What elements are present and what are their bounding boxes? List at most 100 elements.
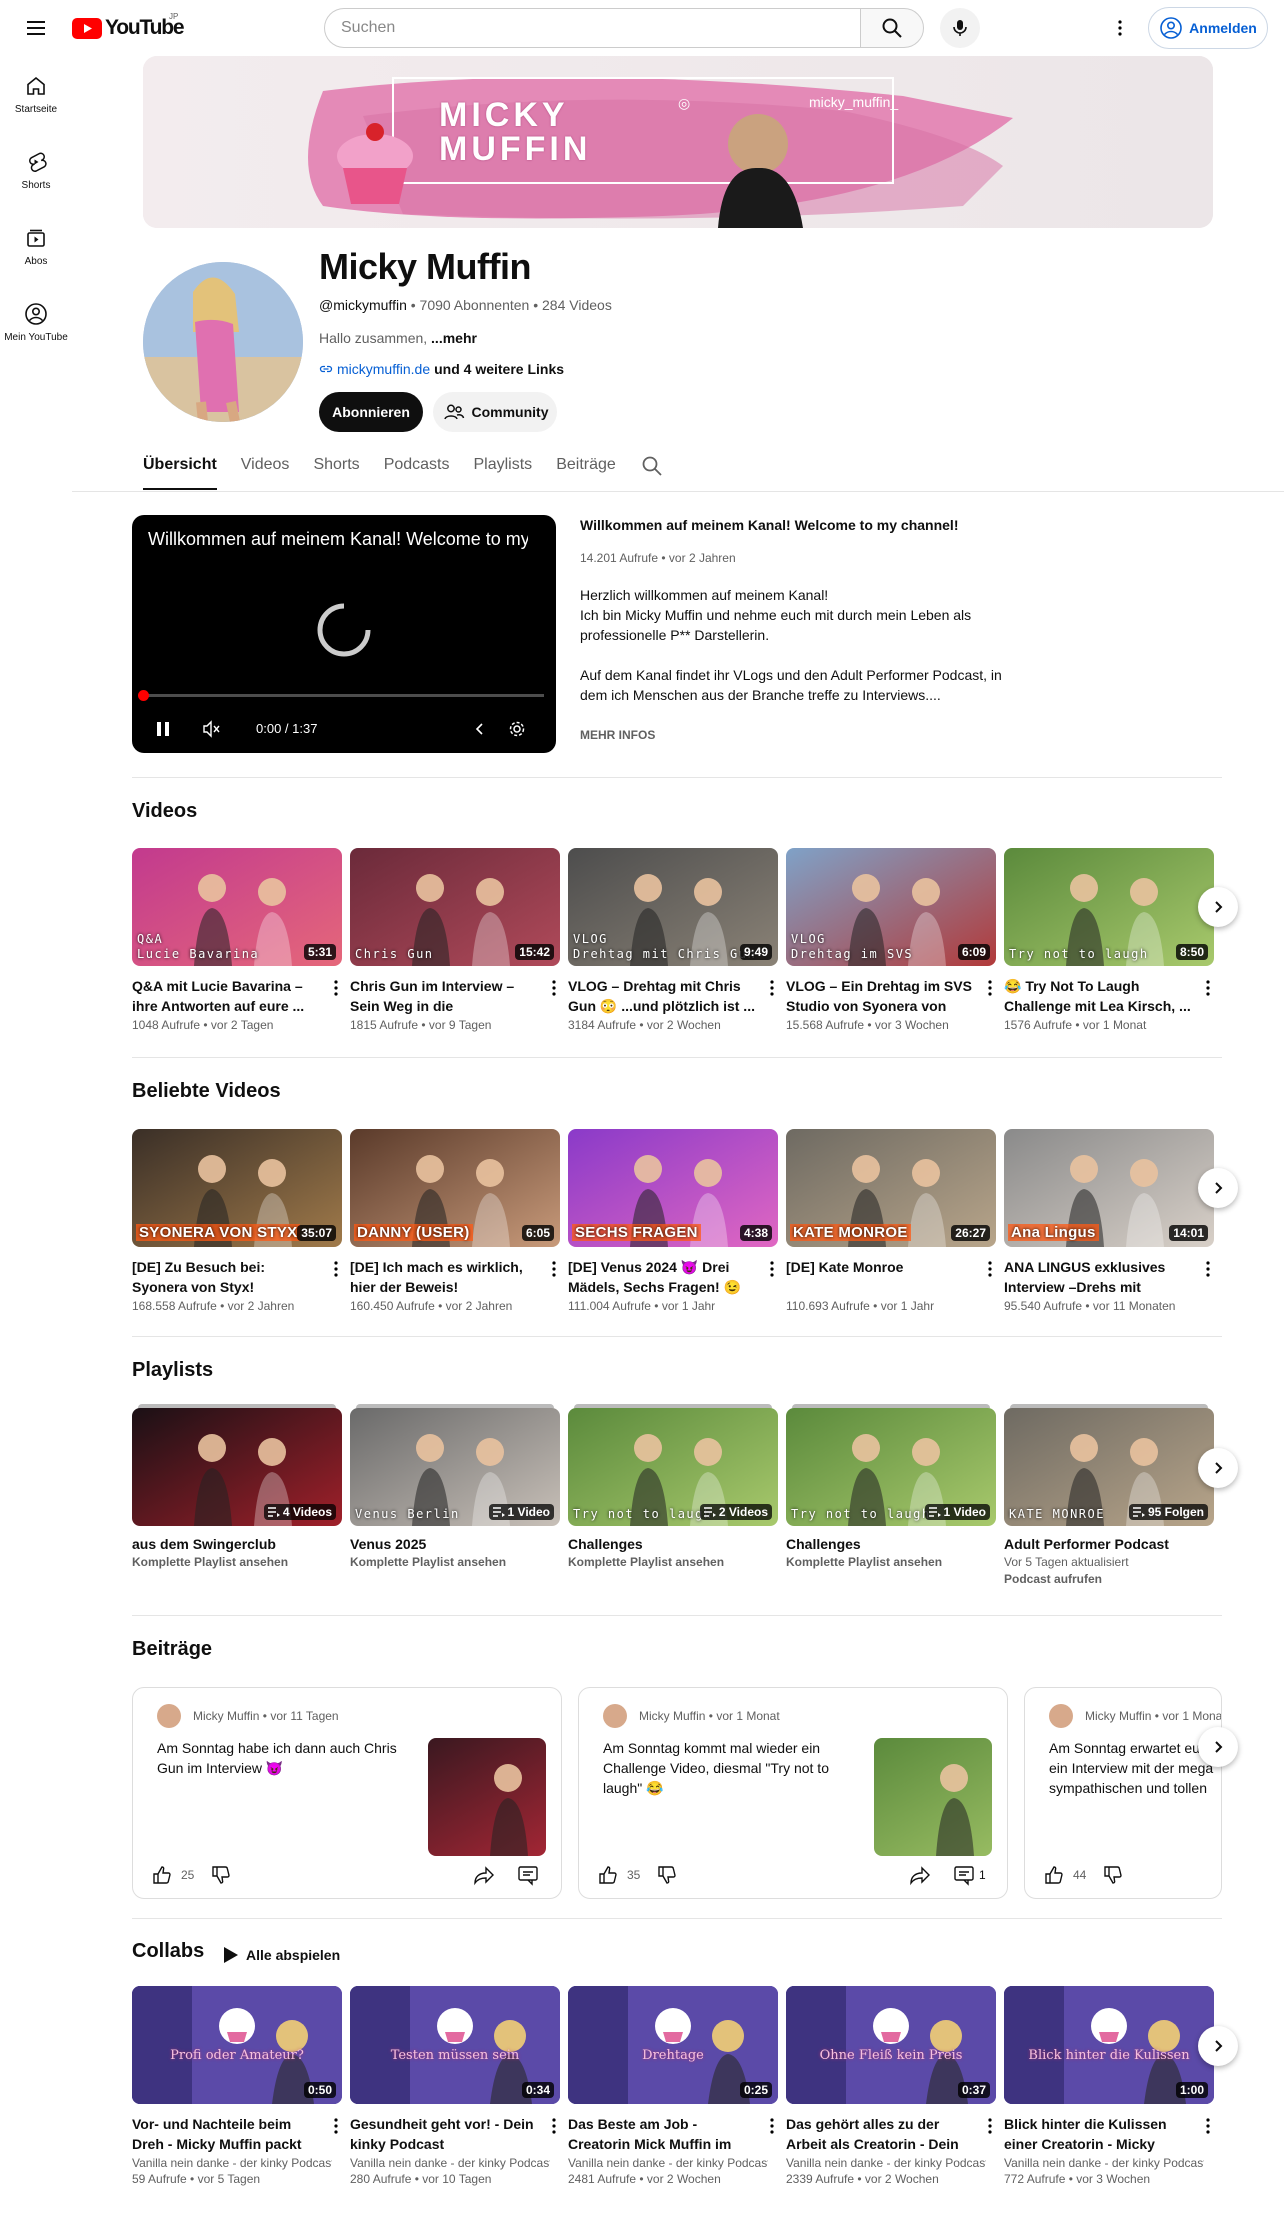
video-channel[interactable]: Vanilla nein danke - der kinky Podcast..…	[350, 2156, 550, 2170]
playlist-thumbnail[interactable]: Venus Berlin 1 Video	[350, 1408, 560, 1526]
video-title[interactable]: Gesundheit geht vor! - Dein kinky Podcas…	[350, 2114, 538, 2154]
video-title[interactable]: [DE] Zu Besuch bei: Syonera von Styx!	[132, 1257, 320, 1297]
comments-button[interactable]	[517, 1864, 543, 1886]
next-arrow-button[interactable]	[1198, 2026, 1238, 2066]
more-vertical-icon[interactable]	[764, 2114, 780, 2138]
video-channel[interactable]: Vanilla nein danke - der kinky Podcast..…	[786, 2156, 986, 2170]
tab-overview[interactable]: Übersicht	[143, 456, 217, 490]
video-card[interactable]: DANNY (USER) 6:05 [DE] Ich mach es wirklic…	[350, 1129, 560, 1313]
next-arrow-button[interactable]	[1198, 1727, 1238, 1767]
tab-shorts[interactable]: Shorts	[313, 456, 359, 490]
playlist-card[interactable]: Try not to laugh 1 Video Challenges Komplet…	[786, 1404, 996, 1569]
more-vertical-icon[interactable]	[1200, 1257, 1216, 1281]
video-title[interactable]: Das Beste am Job - Creatorin Mick Muffin…	[568, 2114, 756, 2154]
more-links[interactable]: und 4 weitere Links	[434, 361, 564, 377]
video-thumbnail[interactable]: VLOG Drehtag im SVS 6:09	[786, 848, 996, 966]
more-vertical-icon[interactable]	[982, 2114, 998, 2138]
thumbs-down-icon[interactable]	[1102, 1864, 1124, 1886]
featured-video-title[interactable]: Willkommen auf meinem Kanal! Welcome to …	[580, 517, 958, 533]
playlist-subtitle[interactable]: Komplette Playlist ansehen	[132, 1555, 342, 1569]
post-author[interactable]: Micky Muffin • vor 11 Tagen	[193, 1709, 339, 1723]
thumbs-down-icon[interactable]	[210, 1864, 232, 1886]
video-title[interactable]: ANA LINGUS exklusives Interview –Drehs m…	[1004, 1257, 1192, 1297]
video-thumbnail[interactable]: Profi oder Amateur? 0:50	[132, 1986, 342, 2104]
chevron-left-icon[interactable]	[472, 721, 488, 737]
thumbs-up-icon[interactable]	[151, 1864, 173, 1886]
progress-bar[interactable]	[144, 694, 544, 697]
section-title-playlists[interactable]: Playlists	[132, 1359, 213, 1382]
section-title-collabs[interactable]: Collabs	[132, 1940, 204, 1963]
comments-button[interactable]: 1	[953, 1864, 986, 1886]
collab-video-card[interactable]: Ohne Fleiß kein Preis 0:37 Das gehört alle…	[786, 1986, 996, 2186]
video-thumbnail[interactable]: DANNY (USER) 6:05	[350, 1129, 560, 1247]
next-arrow-button[interactable]	[1198, 1448, 1238, 1488]
mute-icon[interactable]	[202, 720, 222, 738]
section-title-posts[interactable]: Beiträge	[132, 1638, 212, 1661]
video-channel[interactable]: Vanilla nein danke - der kinky Podcast..…	[132, 2156, 332, 2170]
video-title[interactable]: Chris Gun im Interview – Sein Weg in die…	[350, 976, 538, 1016]
video-title[interactable]: 😂 Try Not To Laugh Challenge mit Lea Kir…	[1004, 976, 1192, 1016]
more-vertical-icon[interactable]	[546, 1257, 562, 1281]
more-vertical-icon[interactable]	[764, 976, 780, 1000]
pause-icon[interactable]	[154, 720, 172, 738]
video-thumbnail[interactable]: Ana Lingus 14:01	[1004, 1129, 1214, 1247]
thumbs-up-icon[interactable]	[1043, 1864, 1065, 1886]
video-title[interactable]: VLOG – Ein Drehtag im SVS Studio von Syo…	[786, 976, 974, 1016]
video-title[interactable]: VLOG – Drehtag mit Chris Gun 😳 ...und pl…	[568, 976, 756, 1016]
playlist-title[interactable]: Adult Performer Podcast	[1004, 1536, 1214, 1552]
video-thumbnail[interactable]: Testen müssen sein 0:34	[350, 1986, 560, 2104]
sign-in-button[interactable]: Anmelden	[1148, 7, 1268, 49]
post-author-avatar[interactable]	[1049, 1704, 1073, 1728]
progress-scrubber[interactable]	[138, 690, 149, 701]
guide-item-subscriptions[interactable]: Abos	[0, 226, 72, 267]
video-card[interactable]: Q&A Lucie Bavarina 5:31 Q&A mit Lucie Bava…	[132, 848, 342, 1032]
video-thumbnail[interactable]: KATE MONROE 26:27	[786, 1129, 996, 1247]
more-vertical-icon[interactable]	[764, 1257, 780, 1281]
post-card[interactable]: Micky Muffin • vor 1 Monat Am Sonntag kom…	[578, 1687, 1008, 1899]
more-vertical-icon[interactable]	[546, 976, 562, 1000]
more-info-link[interactable]: MEHR INFOS	[580, 728, 655, 742]
section-title-videos[interactable]: Videos	[132, 800, 197, 823]
subscribe-button[interactable]: Abonnieren	[319, 392, 423, 432]
video-thumbnail[interactable]: SECHS FRAGEN 4:38	[568, 1129, 778, 1247]
video-title[interactable]: Das gehört alles zu der Arbeit als Creat…	[786, 2114, 974, 2154]
video-thumbnail[interactable]: Blick hinter die Kulissen 1:00	[1004, 1986, 1214, 2104]
video-title[interactable]: Blick hinter die Kulissen einer Creatori…	[1004, 2114, 1192, 2154]
guide-item-shorts[interactable]: Shorts	[0, 150, 72, 191]
video-title[interactable]: [DE] Ich mach es wirklich, hier der Bewe…	[350, 1257, 538, 1297]
playlist-title[interactable]: Challenges	[786, 1536, 996, 1552]
next-arrow-button[interactable]	[1198, 1168, 1238, 1208]
collab-video-card[interactable]: Blick hinter die Kulissen 1:00 Blick hinte…	[1004, 1986, 1214, 2186]
playlist-card[interactable]: Try not to laugh 2 Videos Challenges Komple…	[568, 1404, 778, 1569]
collab-video-card[interactable]: Testen müssen sein 0:34 Gesundheit geht vo…	[350, 1986, 560, 2186]
share-icon[interactable]	[909, 1864, 931, 1886]
guide-item-you[interactable]: Mein YouTube	[0, 302, 72, 343]
more-vertical-icon[interactable]	[1200, 976, 1216, 1000]
video-title[interactable]: [DE] Venus 2024 😈 Drei Mädels, Sechs Fra…	[568, 1257, 756, 1297]
section-title-popular[interactable]: Beliebte Videos	[132, 1080, 281, 1103]
video-card[interactable]: VLOG Drehtag im SVS 6:09 VLOG – Ein Drehta…	[786, 848, 996, 1032]
youtube-logo[interactable]: YouTube JP	[72, 12, 185, 40]
playlist-thumbnail[interactable]: KATE MONROE 95 Folgen	[1004, 1408, 1214, 1526]
community-button[interactable]: Community	[433, 392, 557, 432]
more-vertical-icon[interactable]	[982, 976, 998, 1000]
play-all-button[interactable]: Alle abspielen	[220, 1945, 340, 1965]
video-thumbnail[interactable]: Chris Gun 15:42	[350, 848, 560, 966]
share-icon[interactable]	[473, 1864, 495, 1886]
more-link[interactable]: ...mehr	[431, 330, 477, 346]
post-author[interactable]: Micky Muffin • vor 1 Monat	[639, 1709, 780, 1723]
post-image[interactable]	[874, 1738, 992, 1856]
video-card[interactable]: VLOG Drehtag mit Chris Gun9:49 VLOG – Dre…	[568, 848, 778, 1032]
video-thumbnail[interactable]: Ohne Fleiß kein Preis 0:37	[786, 1986, 996, 2104]
playlist-subtitle[interactable]: Komplette Playlist ansehen	[568, 1555, 778, 1569]
channel-link[interactable]: mickymuffin.de	[337, 361, 430, 377]
playlist-thumbnail[interactable]: Try not to laugh 2 Videos	[568, 1408, 778, 1526]
tab-videos[interactable]: Videos	[241, 456, 290, 490]
video-thumbnail[interactable]: Drehtage 0:25	[568, 1986, 778, 2104]
playlist-card[interactable]: Venus Berlin 1 Video Venus 2025 Komplette P…	[350, 1404, 560, 1569]
collab-video-card[interactable]: Drehtage 0:25 Das Beste am Job - Creatorin…	[568, 1986, 778, 2186]
playlist-thumbnail[interactable]: Try not to laugh 1 Video	[786, 1408, 996, 1526]
playlist-subtitle[interactable]: Komplette Playlist ansehen	[786, 1555, 996, 1569]
video-card[interactable]: SECHS FRAGEN 4:38 [DE] Venus 2024 😈 Drei M…	[568, 1129, 778, 1313]
channel-description[interactable]: Hallo zusammen, ...mehr	[319, 330, 477, 346]
